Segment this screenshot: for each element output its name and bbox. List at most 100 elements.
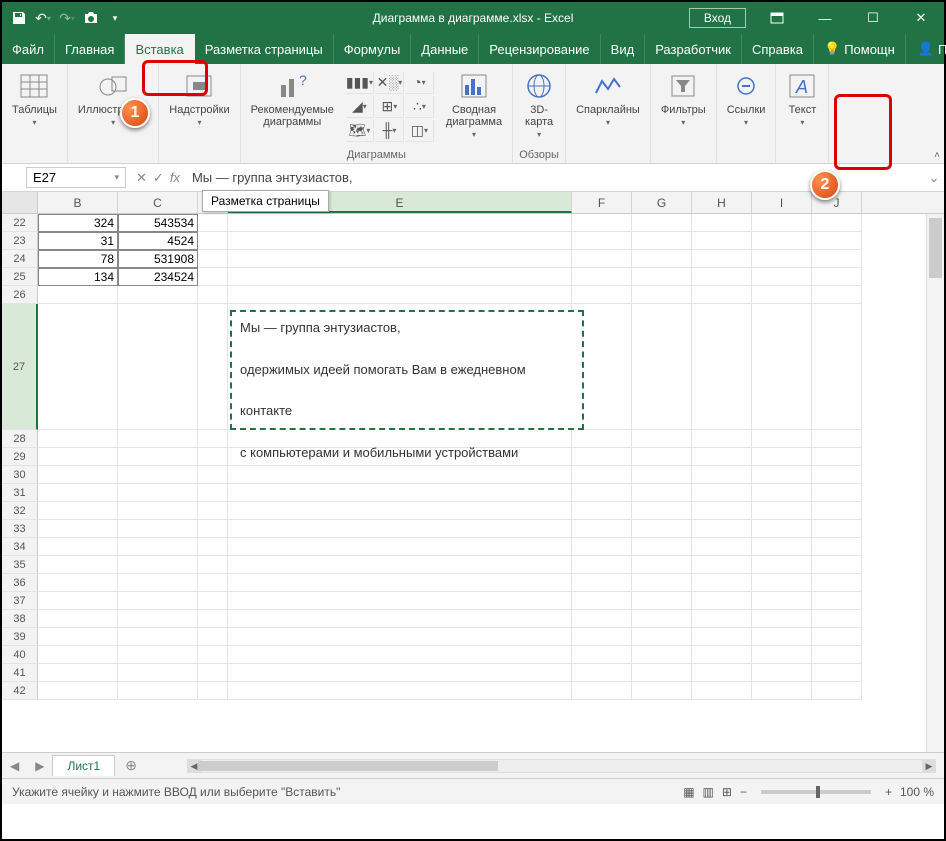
callout-2: 2 <box>810 170 840 200</box>
tab-developer[interactable]: Разработчик <box>645 34 742 64</box>
stat-chart-icon[interactable]: ⊞▾ <box>376 96 404 118</box>
links-button[interactable]: Ссылки▾ <box>723 68 770 129</box>
text-box[interactable]: Мы — группа энтузиастов, одержимых идеей… <box>230 310 584 430</box>
undo-icon[interactable]: ↶▾ <box>34 9 52 27</box>
status-bar: Укажите ячейку и нажмите ВВОД или выбери… <box>2 778 944 804</box>
row-header[interactable]: 38 <box>2 610 38 628</box>
col-header-F[interactable]: F <box>572 192 632 213</box>
add-sheet-icon[interactable]: ⊕ <box>115 757 147 774</box>
map-chart-icon[interactable]: 🗺▾ <box>346 120 374 142</box>
row-header[interactable]: 26 <box>2 286 38 304</box>
name-box[interactable]: E27▾ <box>26 167 126 188</box>
row-header[interactable]: 40 <box>2 646 38 664</box>
tab-view[interactable]: Вид <box>601 34 646 64</box>
ribbon-display-icon[interactable] <box>754 2 800 34</box>
page-layout-view-icon[interactable]: ▥ <box>703 785 714 799</box>
tab-data[interactable]: Данные <box>411 34 479 64</box>
row-header[interactable]: 36 <box>2 574 38 592</box>
col-header-I[interactable]: I <box>752 192 812 213</box>
row-header[interactable]: 25 <box>2 268 38 286</box>
row-header[interactable]: 41 <box>2 664 38 682</box>
zoom-in-icon[interactable]: + <box>885 785 892 799</box>
login-button[interactable]: Вход <box>689 8 746 28</box>
col-header-B[interactable]: B <box>38 192 118 213</box>
row-header[interactable]: 32 <box>2 502 38 520</box>
share-button[interactable]: 👤Поделиться <box>906 34 946 64</box>
save-icon[interactable] <box>10 9 28 27</box>
zoom-out-icon[interactable]: − <box>740 785 747 799</box>
cell-C25[interactable]: 234524 <box>118 268 198 286</box>
col-header-G[interactable]: G <box>632 192 692 213</box>
row-header[interactable]: 24 <box>2 250 38 268</box>
filters-button[interactable]: Фильтры▾ <box>657 68 710 129</box>
sparkline-icon <box>592 70 624 102</box>
col-header-H[interactable]: H <box>692 192 752 213</box>
zoom-slider[interactable] <box>761 790 871 794</box>
cell-B24[interactable]: 78 <box>38 250 118 268</box>
tab-insert[interactable]: Вставка <box>125 34 194 64</box>
row-header[interactable]: 42 <box>2 682 38 700</box>
row-header[interactable]: 33 <box>2 520 38 538</box>
qat-customize-icon[interactable]: ▾ <box>106 9 124 27</box>
collapse-ribbon-icon[interactable]: ˄ <box>934 150 940 161</box>
filter-icon <box>667 70 699 102</box>
row-header[interactable]: 22 <box>2 214 38 232</box>
row-header[interactable]: 23 <box>2 232 38 250</box>
tab-formulas[interactable]: Формулы <box>334 34 412 64</box>
scatter-chart-icon[interactable]: ∴▾ <box>406 96 434 118</box>
normal-view-icon[interactable]: ▦ <box>683 785 694 799</box>
pivot-chart-button[interactable]: Сводная диаграмма▾ <box>442 68 506 141</box>
cell-B22[interactable]: 324 <box>38 214 118 232</box>
zoom-level[interactable]: 100 % <box>900 785 934 799</box>
tab-layout[interactable]: Разметка страницы <box>195 34 334 64</box>
cell-C22[interactable]: 543534 <box>118 214 198 232</box>
horizontal-scrollbar[interactable]: ◀▶ <box>187 759 936 773</box>
area-chart-icon[interactable]: ◢▾ <box>346 96 374 118</box>
enter-formula-icon[interactable]: ✓ <box>153 170 164 186</box>
bar-chart-icon[interactable]: ▮▮▮▾ <box>346 72 374 94</box>
tab-home[interactable]: Главная <box>55 34 125 64</box>
minimize-icon[interactable]: — <box>802 2 848 34</box>
cell-C23[interactable]: 4524 <box>118 232 198 250</box>
sheet-tab[interactable]: Лист1 <box>52 755 115 776</box>
row-header[interactable]: 27 <box>2 304 38 430</box>
fx-icon[interactable]: fx <box>170 170 180 185</box>
row-header[interactable]: 29 <box>2 448 38 466</box>
sheet-nav-prev-icon[interactable]: ◀ <box>2 759 27 773</box>
row-header[interactable]: 30 <box>2 466 38 484</box>
tab-help[interactable]: Справка <box>742 34 814 64</box>
sparklines-button[interactable]: Спарклайны▾ <box>572 68 644 129</box>
row-header[interactable]: 34 <box>2 538 38 556</box>
row-header[interactable]: 37 <box>2 592 38 610</box>
page-break-view-icon[interactable]: ⊞ <box>722 785 732 799</box>
worksheet-grid[interactable]: B C D E F G H I J 22324543534 23314524 2… <box>2 192 944 752</box>
tell-me[interactable]: 💡Помощн <box>814 34 906 64</box>
col-header-C[interactable]: C <box>118 192 198 213</box>
text-button[interactable]: A Текст▾ <box>782 68 822 129</box>
row-header[interactable]: 31 <box>2 484 38 502</box>
tab-file[interactable]: Файл <box>2 34 55 64</box>
sheet-nav-next-icon[interactable]: ▶ <box>27 759 52 773</box>
close-icon[interactable]: ✕ <box>898 2 944 34</box>
stock-chart-icon[interactable]: ╫▾ <box>376 120 404 142</box>
tab-review[interactable]: Рецензирование <box>479 34 600 64</box>
maximize-icon[interactable]: ☐ <box>850 2 896 34</box>
recommended-charts-button[interactable]: ? Рекомендуемые диаграммы <box>247 68 338 130</box>
row-header[interactable]: 39 <box>2 628 38 646</box>
pie-chart-icon[interactable]: ◔▾ <box>406 72 434 94</box>
tables-button[interactable]: Таблицы▾ <box>8 68 61 129</box>
camera-icon[interactable] <box>82 9 100 27</box>
expand-formula-icon[interactable]: ⌄ <box>924 170 944 186</box>
3d-map-button[interactable]: 3D- карта▾ <box>519 68 559 141</box>
cell-C24[interactable]: 531908 <box>118 250 198 268</box>
vertical-scrollbar[interactable] <box>926 214 944 752</box>
row-header[interactable]: 28 <box>2 430 38 448</box>
cell-B25[interactable]: 134 <box>38 268 118 286</box>
row-header[interactable]: 35 <box>2 556 38 574</box>
combo-chart-icon[interactable]: ◫▾ <box>406 120 434 142</box>
cancel-formula-icon[interactable]: ✕ <box>136 170 147 186</box>
addins-button[interactable]: Надстройки▾ <box>165 68 233 129</box>
line-chart-icon[interactable]: ✕░▾ <box>376 72 404 94</box>
cell-B23[interactable]: 31 <box>38 232 118 250</box>
redo-icon[interactable]: ↷▾ <box>58 9 76 27</box>
